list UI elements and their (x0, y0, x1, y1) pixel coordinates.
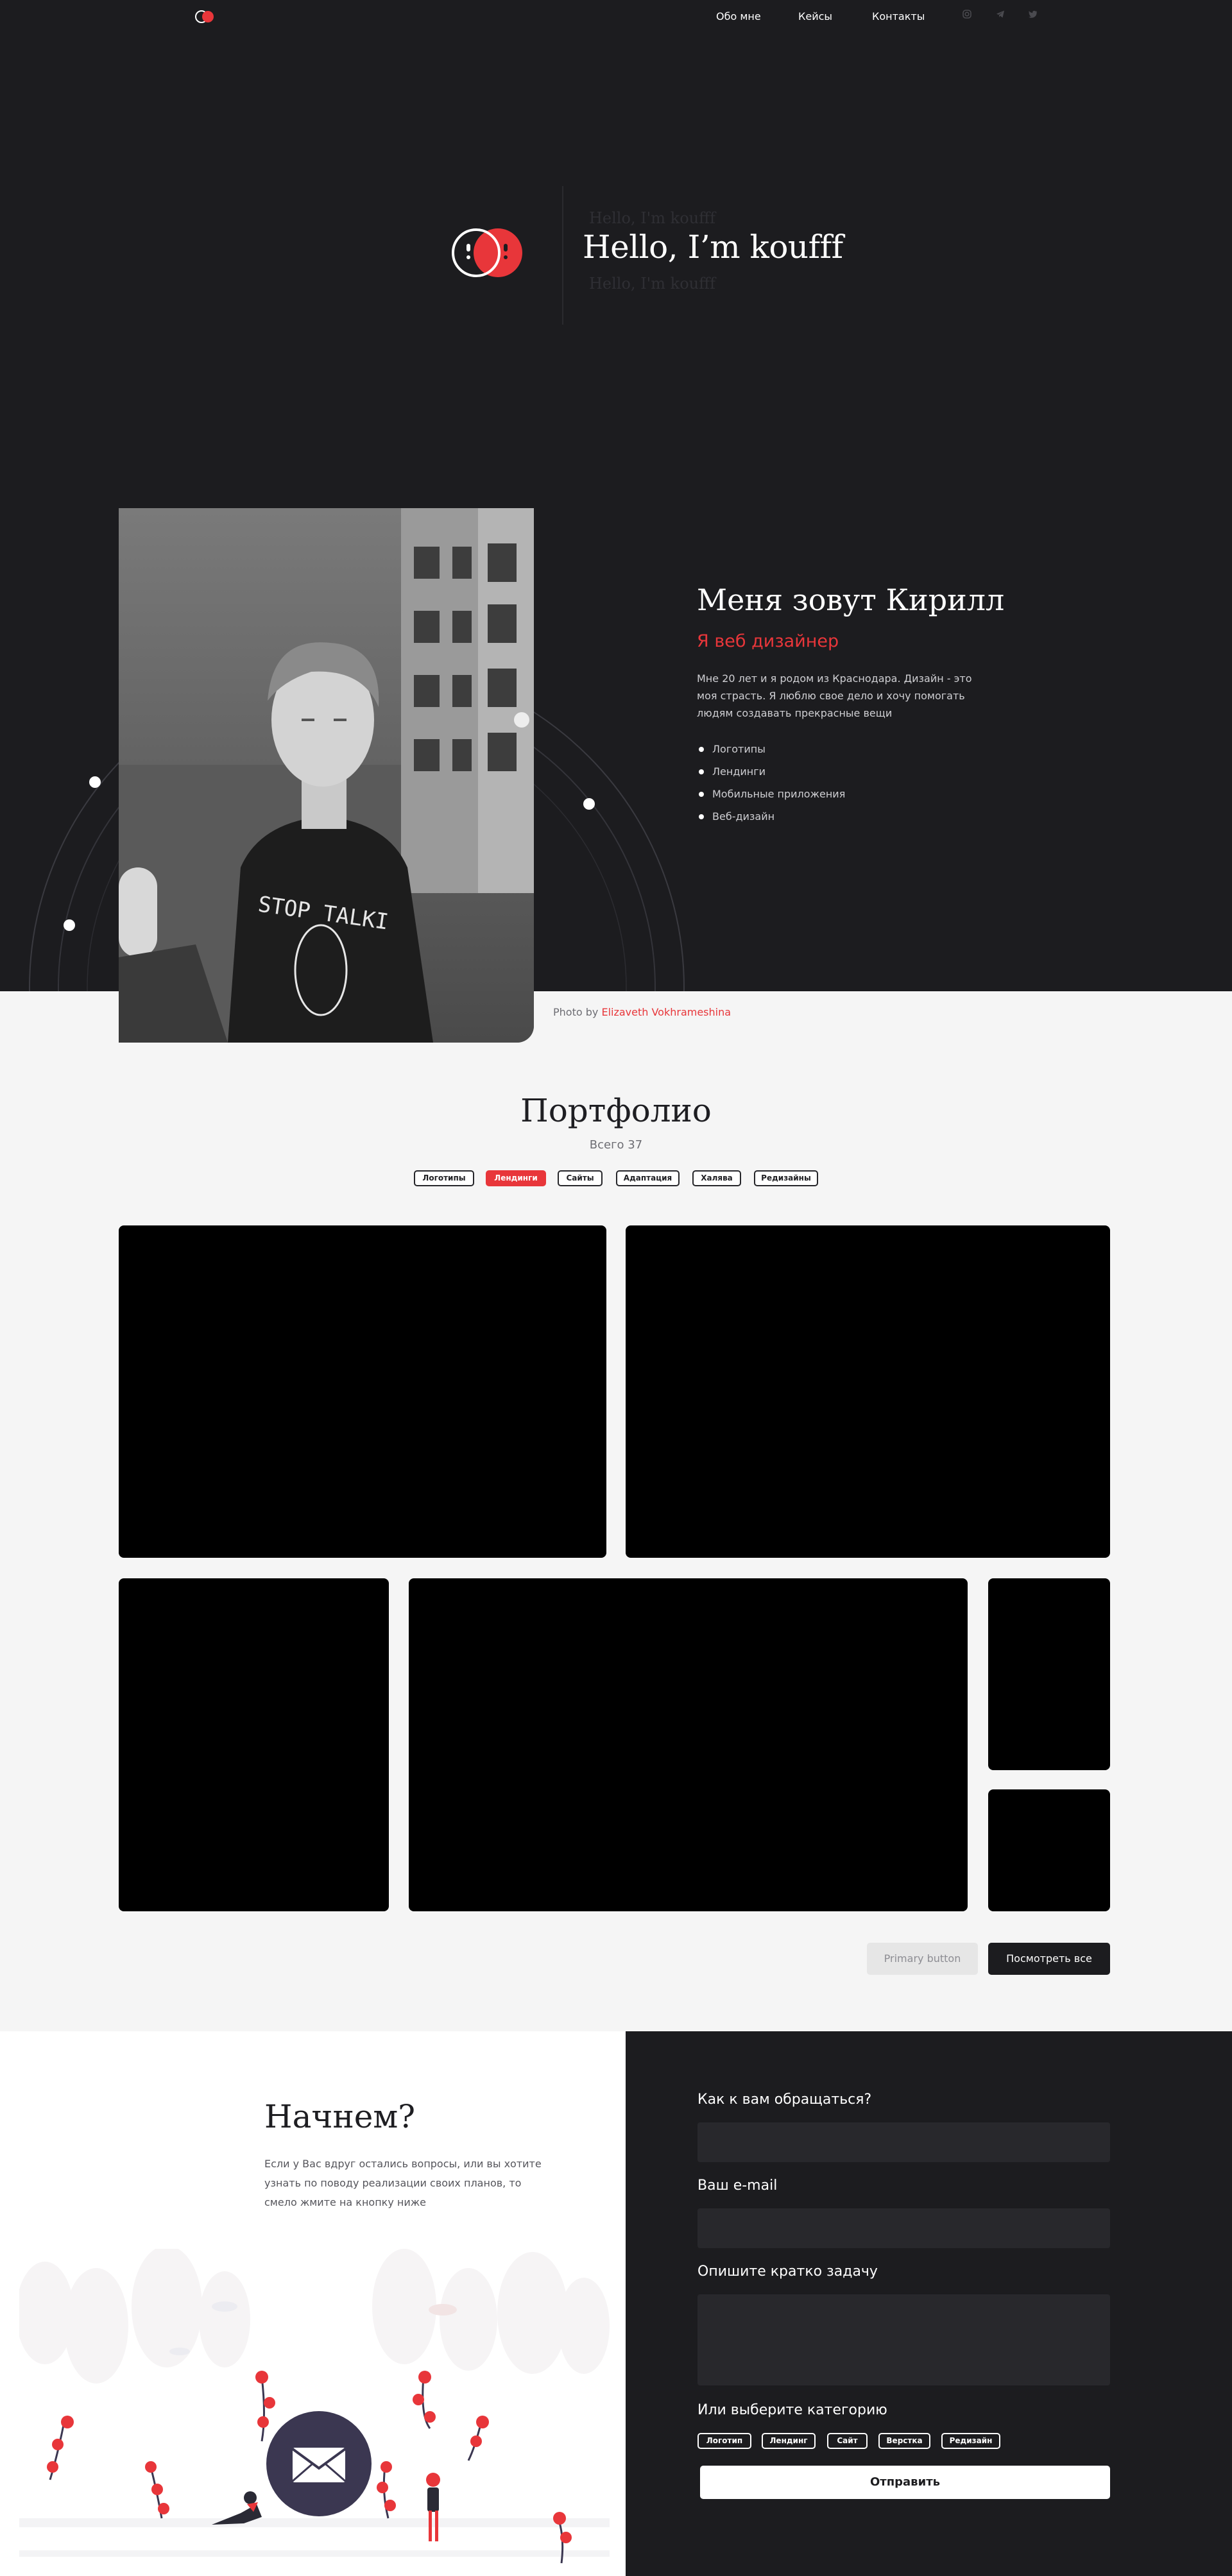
photo-credit-author-link[interactable]: Elizaveth Vokhrameshina (601, 1006, 731, 1018)
name-label: Как к вам обращаться? (697, 2092, 872, 2108)
category-redesign[interactable]: Редизайн (941, 2433, 1000, 2449)
portfolio-card[interactable] (626, 1225, 1110, 1558)
filter-adaptation[interactable]: Адаптация (616, 1170, 680, 1186)
about-description: Мне 20 лет и я родом из Краснодара. Диза… (697, 672, 972, 719)
logo-icon[interactable] (193, 9, 218, 24)
skill-item: Лендинги (697, 760, 845, 783)
nav-link-contacts[interactable]: Контакты (872, 10, 925, 22)
telegram-icon[interactable] (994, 10, 1007, 22)
filter-redesigns[interactable]: Редизайны (754, 1170, 818, 1186)
category-label: Или выберите категорию (697, 2402, 887, 2418)
hero-ghost-text-top: Hello, I'm koufff (589, 209, 716, 227)
primary-button[interactable]: Primary button (867, 1943, 978, 1975)
portrait-photo: STOP TALKI (119, 508, 534, 1043)
navbar: Обо мне Кейсы Контакты (0, 0, 1232, 33)
name-input[interactable] (697, 2122, 1110, 2162)
mail-illustration (19, 2249, 610, 2564)
category-logo[interactable]: Логотип (697, 2433, 751, 2449)
photo-credit-prefix: Photo by (553, 1006, 599, 1018)
category-markup[interactable]: Верстка (878, 2433, 930, 2449)
hero-logo-icon (452, 228, 522, 277)
hero-ghost-text-bottom: Hello, I'm koufff (589, 275, 716, 293)
view-all-button[interactable]: Посмотреть все (988, 1943, 1110, 1975)
contact-title: Начнем? (264, 2098, 416, 2135)
nav-link-cases[interactable]: Кейсы (798, 10, 832, 22)
about-role: Я веб дизайнер (697, 631, 839, 651)
hero-divider (562, 186, 563, 325)
filter-logos[interactable]: Логотипы (414, 1170, 474, 1186)
skill-item: Веб-дизайн (697, 805, 845, 828)
twitter-icon[interactable] (1027, 10, 1040, 22)
filter-freebies[interactable]: Халява (692, 1170, 741, 1186)
contact-description: Если у Вас вдруг остались вопросы, или в… (264, 2158, 542, 2208)
task-textarea[interactable] (697, 2294, 1110, 2385)
email-input[interactable] (697, 2208, 1110, 2248)
portfolio-card[interactable] (119, 1225, 606, 1558)
skill-item: Логотипы (697, 738, 845, 760)
skills-list: Логотипы Лендинги Мобильные приложения В… (697, 738, 845, 828)
skill-item: Мобильные приложения (697, 783, 845, 805)
portfolio-count: Всего 37 (589, 1138, 643, 1152)
portfolio-card[interactable] (988, 1578, 1110, 1770)
nav-link-about[interactable]: Обо мне (716, 10, 761, 22)
category-landing[interactable]: Лендинг (762, 2433, 816, 2449)
filter-landings[interactable]: Лендинги (486, 1170, 546, 1186)
portfolio-card[interactable] (988, 1789, 1110, 1911)
submit-button[interactable]: Отправить (700, 2466, 1110, 2499)
task-label: Опишите кратко задачу (697, 2264, 878, 2280)
portfolio-card[interactable] (409, 1578, 968, 1911)
photo-credit: Photo by Elizaveth Vokhrameshina (553, 1006, 731, 1018)
filter-sites[interactable]: Сайты (558, 1170, 603, 1186)
portfolio-title: Портфолио (520, 1092, 712, 1129)
about-name: Меня зовут Кирилл (697, 583, 1005, 617)
email-label: Ваш e-mail (697, 2178, 778, 2194)
instagram-icon[interactable] (961, 10, 973, 22)
category-site[interactable]: Сайт (827, 2433, 868, 2449)
hero-title: Hello, I’m koufff (583, 228, 843, 266)
portfolio-card[interactable] (119, 1578, 389, 1911)
